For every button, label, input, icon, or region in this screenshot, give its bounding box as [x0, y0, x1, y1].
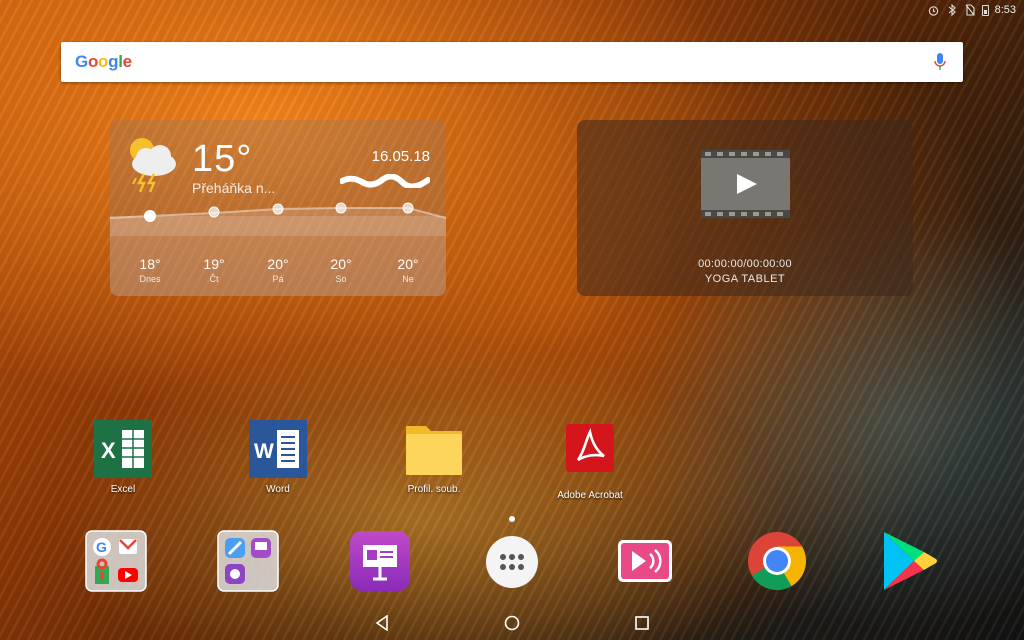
back-icon[interactable] [373, 614, 391, 632]
app-file-manager[interactable]: Profil. soub. [384, 420, 484, 495]
presentation-icon [350, 531, 410, 591]
video-label: YOGA TABLET [704, 273, 786, 285]
film-play-icon[interactable] [701, 150, 790, 218]
presentation-app[interactable] [349, 530, 411, 592]
folder-icon [406, 426, 462, 475]
folder-icon [217, 530, 279, 592]
svg-text:G: G [96, 539, 107, 555]
current-condition: Přeháňka n... [192, 180, 276, 196]
page-indicator [509, 516, 515, 522]
video-time: 00:00:00/00:00:00 [698, 258, 792, 270]
forecast-trend-line [110, 202, 446, 236]
svg-text:W: W [254, 440, 274, 463]
acrobat-icon [566, 424, 614, 472]
play-store-icon [884, 532, 937, 590]
status-bar: 8:53 [0, 0, 1024, 20]
app-label: Adobe Acrobat [557, 490, 623, 501]
forecast-days: 18° Dnes 19° Čt 20° Pá 20° So 20° Ne [110, 256, 446, 296]
google-apps-folder[interactable]: G [85, 530, 147, 592]
weather-widget[interactable]: 15° Přeháňka n... 16.05.18 18° Dnes 19° Čt… [110, 120, 446, 296]
tools-folder[interactable] [217, 530, 279, 592]
media-share-icon [618, 540, 672, 582]
recents-icon[interactable] [633, 614, 651, 632]
status-time: 8:53 [994, 4, 1016, 16]
svg-text:X: X [101, 438, 116, 463]
app-drawer[interactable] [482, 532, 544, 594]
app-excel[interactable]: X Excel [73, 420, 173, 495]
current-date: 16.05.18 [371, 148, 430, 165]
excel-icon: X [94, 420, 152, 478]
forecast-day: 20° Pá [267, 256, 289, 284]
app-label: Word [266, 484, 290, 495]
app-drawer-icon [486, 536, 538, 588]
forecast-day: 20° Ne [397, 256, 419, 284]
chrome-icon [748, 532, 806, 590]
no-sim-icon [964, 4, 976, 16]
chrome-app[interactable] [746, 530, 808, 592]
forecast-day: 20° So [330, 256, 352, 284]
folder-icon: G [85, 530, 147, 592]
thunderstorm-icon [130, 138, 176, 193]
app-label: Profil. soub. [407, 484, 461, 495]
search-input[interactable] [141, 47, 921, 77]
navigation-bar [0, 604, 1024, 640]
bluetooth-icon [946, 4, 958, 16]
alarm-icon [928, 4, 940, 16]
forecast-day: 19° Čt [203, 256, 225, 284]
app-adobe-acrobat[interactable]: Adobe Acrobat [540, 424, 640, 501]
mic-icon[interactable] [931, 51, 949, 73]
forecast-day: 18° Dnes [139, 256, 161, 284]
play-store-app[interactable] [878, 530, 940, 592]
current-temperature: 15° [192, 138, 253, 180]
google-logo: Google [75, 52, 132, 71]
video-widget[interactable]: 00:00:00/00:00:00 YOGA TABLET [577, 120, 913, 296]
battery-icon [981, 4, 989, 16]
redacted-location [340, 174, 430, 188]
google-search-bar[interactable]: Google [61, 42, 963, 82]
media-app[interactable] [614, 530, 676, 592]
home-icon[interactable] [503, 614, 521, 632]
app-word[interactable]: W Word [228, 420, 328, 495]
word-icon: W [249, 420, 307, 478]
app-label: Excel [110, 484, 136, 495]
